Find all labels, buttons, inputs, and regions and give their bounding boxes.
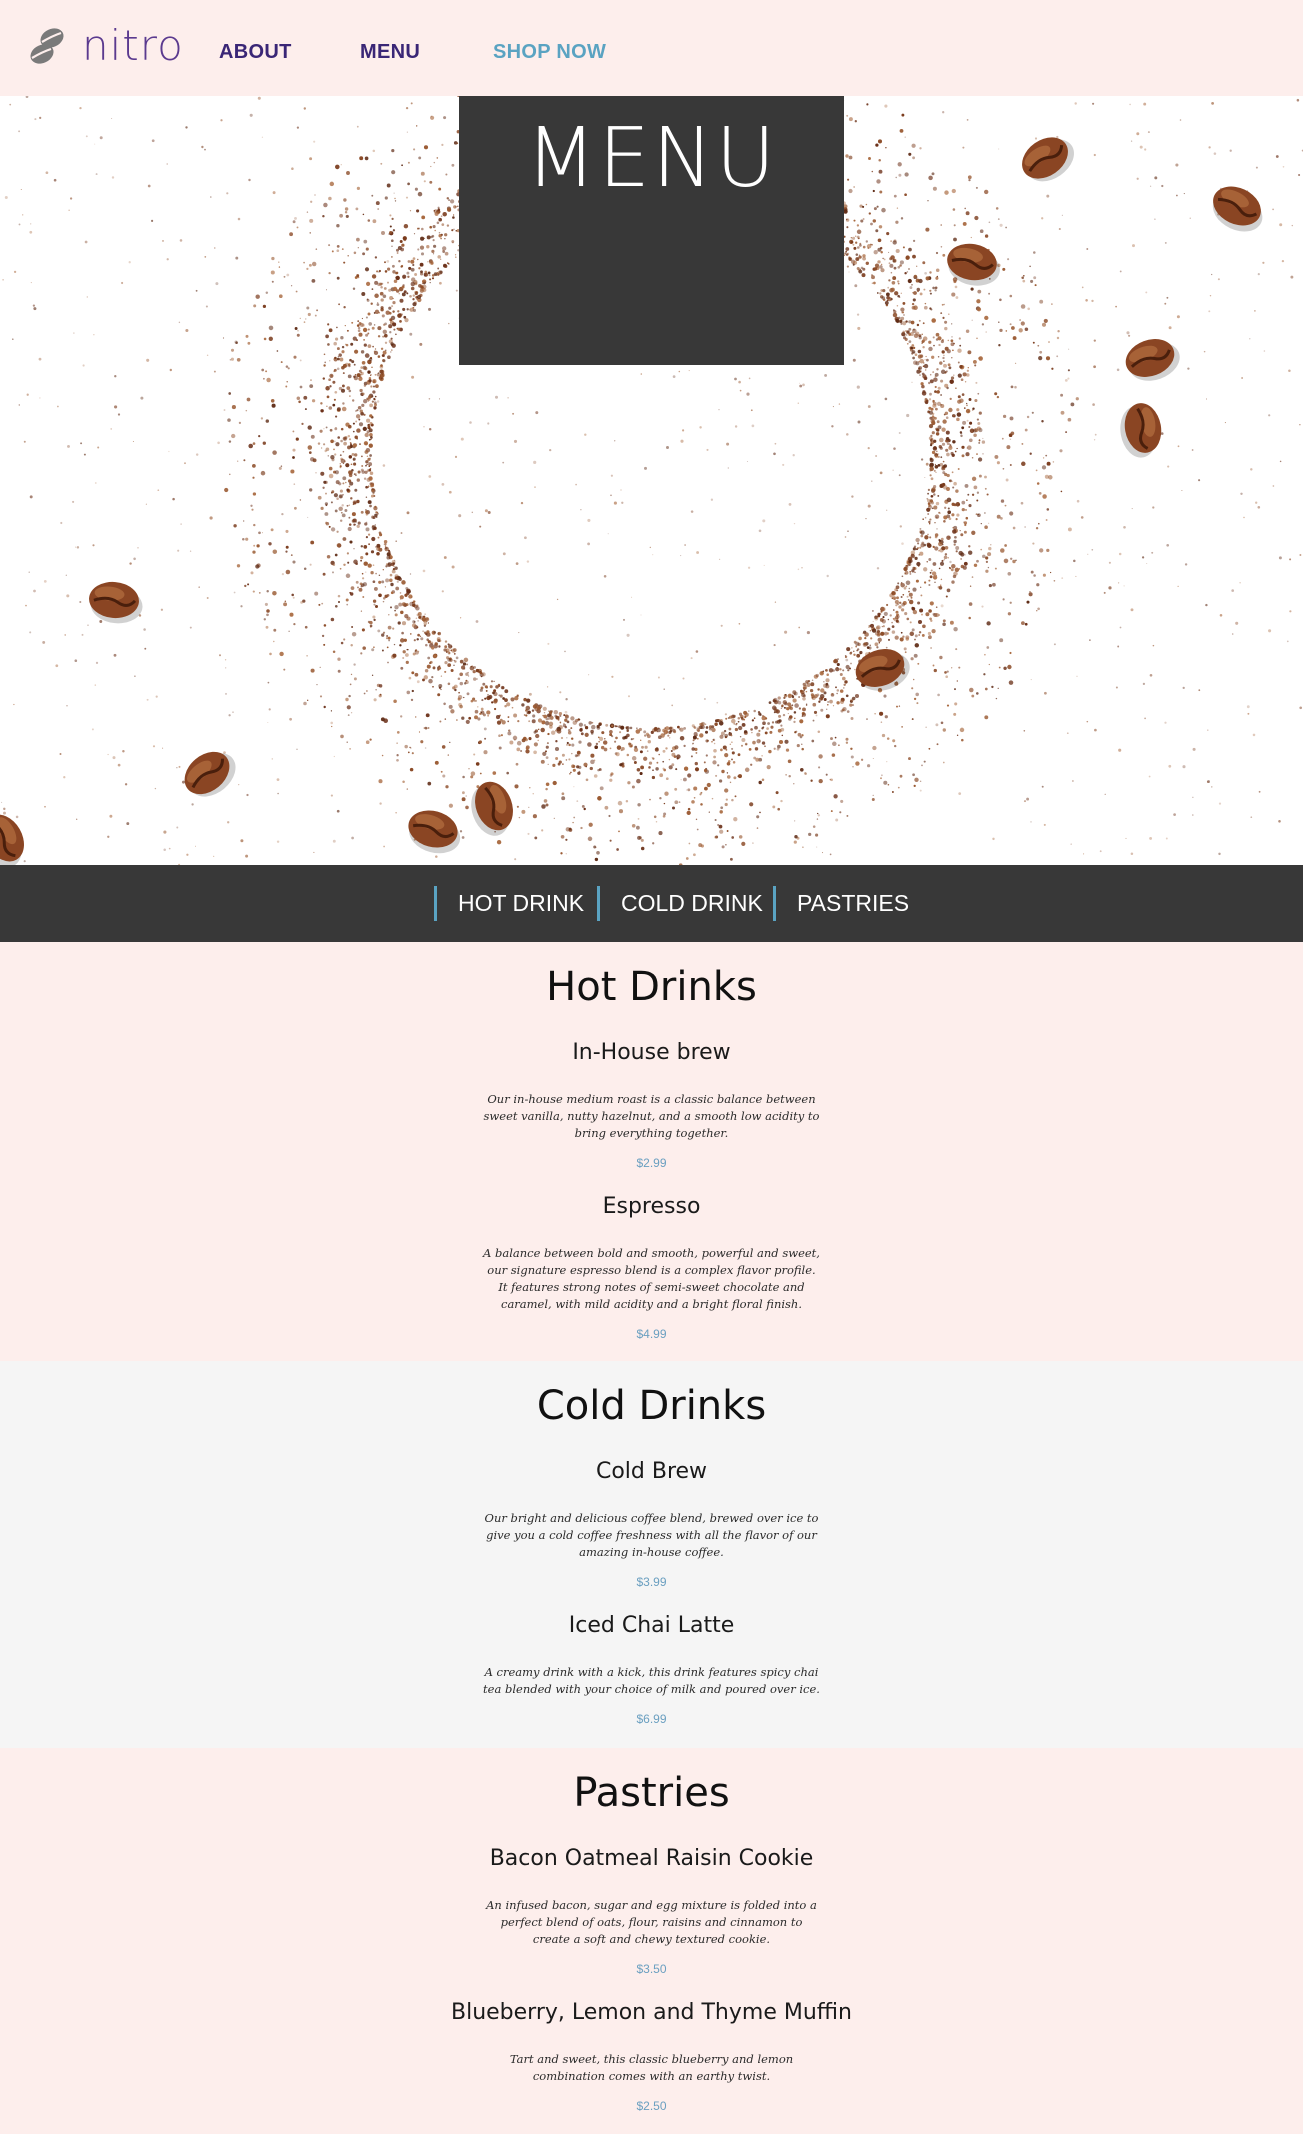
item-name: Iced Chai Latte bbox=[568, 1613, 735, 1638]
item-price: $3.50 bbox=[636, 1962, 667, 1976]
item-price: $2.50 bbox=[636, 2099, 667, 2113]
item-description: A balance between bold and smooth, power… bbox=[483, 1246, 820, 1311]
category-cold-drink[interactable]: COLD DRINK bbox=[597, 886, 763, 921]
cold-drinks-section: Cold Drinks Cold Brew Our bright and del… bbox=[0, 1361, 1303, 1748]
section-title: Hot Drinks bbox=[546, 964, 757, 1010]
item-name: In-House brew bbox=[572, 1040, 731, 1065]
nav-shop-now[interactable]: SHOP NOW bbox=[493, 41, 606, 64]
category-hot-drink[interactable]: HOT DRINK bbox=[434, 886, 584, 921]
item-name: Blueberry, Lemon and Thyme Muffin bbox=[450, 2000, 852, 2025]
item-name: Espresso bbox=[602, 1194, 701, 1219]
coffee-bean-icon bbox=[471, 781, 513, 836]
coffee-bean-icon bbox=[408, 810, 461, 854]
nav-menu[interactable]: MENU bbox=[360, 41, 420, 64]
pastries-section: Pastries Bacon Oatmeal Raisin Cookie An … bbox=[0, 1748, 1303, 2134]
hot-drinks-section: Hot Drinks In-House brew Our in-house me… bbox=[0, 942, 1303, 1361]
hero-banner: MENU bbox=[0, 96, 1303, 865]
menu-title-box: MENU bbox=[459, 96, 844, 365]
item-price: $6.99 bbox=[636, 1712, 667, 1726]
coffee-bean-icon bbox=[184, 751, 236, 797]
coffee-bean-icon bbox=[1120, 403, 1162, 458]
category-pastries[interactable]: PASTRIES bbox=[773, 886, 909, 921]
item-price: $2.99 bbox=[636, 1156, 667, 1170]
item-description: An infused bacon, sugar and egg mixture … bbox=[486, 1898, 817, 1946]
logo[interactable]: nitro bbox=[28, 24, 184, 68]
logo-text: nitro bbox=[82, 21, 184, 70]
coffee-bean-icon bbox=[89, 581, 143, 624]
section-title: Cold Drinks bbox=[536, 1383, 767, 1429]
coffee-bean-icon bbox=[1125, 339, 1180, 381]
coffee-bean-icon bbox=[1212, 186, 1263, 232]
item-description: A creamy drink with a kick, this drink f… bbox=[483, 1665, 820, 1696]
item-description: Tart and sweet, this classic blueberry a… bbox=[509, 2052, 794, 2083]
coffee-beans-icon bbox=[30, 28, 64, 64]
item-description: Our in-house medium roast is a classic b… bbox=[483, 1092, 820, 1140]
item-price: $3.99 bbox=[636, 1575, 667, 1589]
section-title: Pastries bbox=[573, 1770, 730, 1816]
coffee-bean-icon bbox=[1022, 137, 1074, 182]
coffee-bean-icon bbox=[947, 243, 1000, 286]
item-description: Our bright and delicious coffee blend, b… bbox=[484, 1511, 819, 1559]
top-navigation: nitro ABOUT MENU SHOP NOW bbox=[0, 0, 1303, 96]
page-title: MENU bbox=[525, 111, 778, 206]
item-name: Bacon Oatmeal Raisin Cookie bbox=[489, 1846, 814, 1871]
item-name: Cold Brew bbox=[595, 1459, 708, 1484]
item-price: $4.99 bbox=[636, 1327, 667, 1341]
nav-about[interactable]: ABOUT bbox=[219, 41, 292, 64]
category-bar: HOT DRINK COLD DRINK PASTRIES bbox=[0, 865, 1303, 942]
